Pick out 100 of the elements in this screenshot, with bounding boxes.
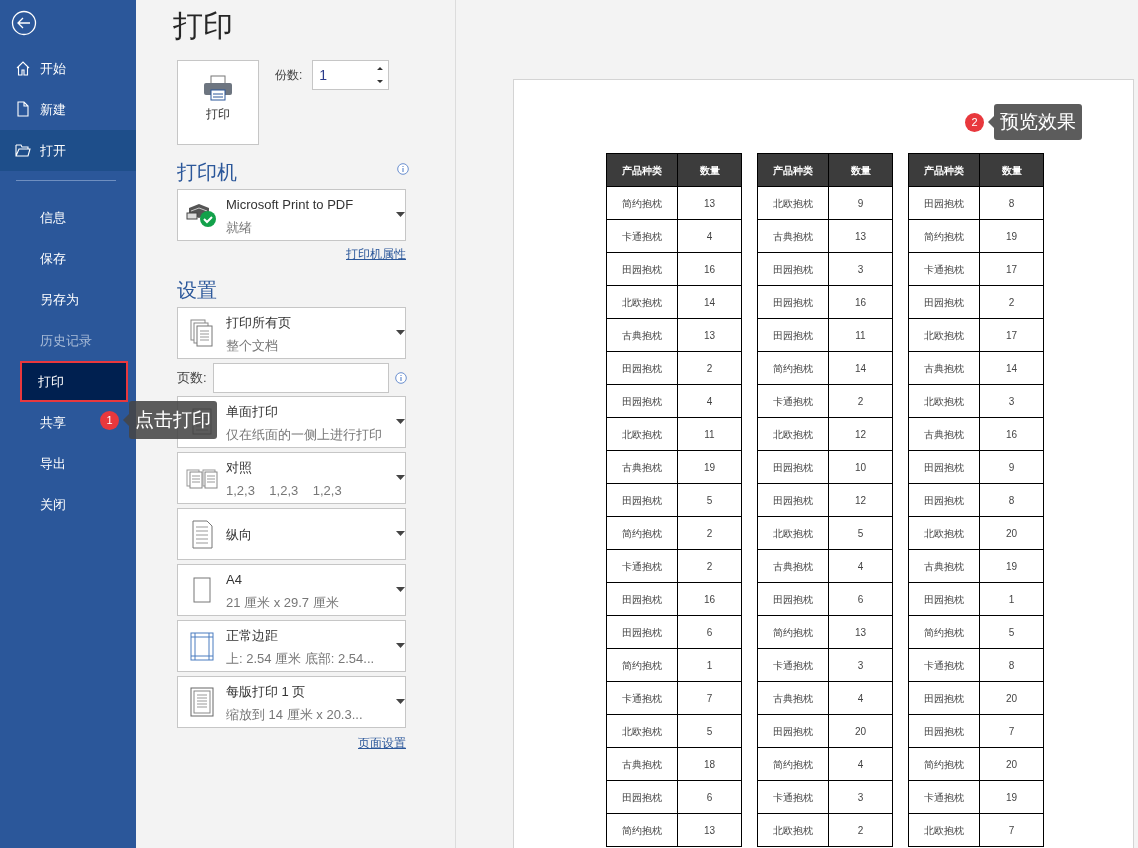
table-cell: 6: [677, 615, 742, 649]
table-cell: 2: [677, 516, 742, 550]
table-cell: 1: [677, 648, 742, 682]
table-cell: 田园抱枕: [908, 714, 980, 748]
table-cell: 14: [828, 351, 893, 385]
column-header: 产品种类: [757, 153, 829, 187]
option-title: A4: [226, 570, 243, 589]
table-cell: 北欧抱枕: [908, 318, 980, 352]
table-cell: 田园抱枕: [757, 450, 829, 484]
table-cell: 北欧抱枕: [757, 516, 829, 550]
table-cell: 古典抱枕: [757, 549, 829, 583]
table-cell: 卡通抱枕: [757, 780, 829, 814]
table-cell: 4: [828, 681, 893, 715]
table-cell: 北欧抱枕: [908, 384, 980, 418]
copies-label: 份数:: [275, 67, 303, 84]
table-cell: 5: [677, 483, 742, 517]
option-title: 打印所有页: [226, 313, 292, 332]
table-cell: 北欧抱枕: [757, 813, 829, 847]
table-cell: 5: [677, 714, 742, 748]
table-cell: 5: [828, 516, 893, 550]
table-cell: 田园抱枕: [908, 450, 980, 484]
table-cell: 19: [979, 549, 1044, 583]
table-cell: 古典抱枕: [606, 450, 678, 484]
table-cell: 17: [979, 318, 1044, 352]
table-cell: 田园抱枕: [757, 252, 829, 286]
table-cell: 8: [979, 483, 1044, 517]
table-cell: 10: [828, 450, 893, 484]
table-cell: 16: [677, 252, 742, 286]
table-cell: 8: [979, 648, 1044, 682]
table-cell: 北欧抱枕: [757, 186, 829, 220]
table-cell: 简约抱枕: [606, 516, 678, 550]
table-cell: 卡通抱枕: [908, 648, 980, 682]
table-cell: 13: [828, 219, 893, 253]
table-cell: 18: [677, 747, 742, 781]
table-cell: 2: [979, 285, 1044, 319]
table-cell: 简约抱枕: [606, 186, 678, 220]
table-cell: 3: [828, 252, 893, 286]
table-cell: 1: [979, 582, 1044, 616]
table-cell: 6: [677, 780, 742, 814]
table-cell: 古典抱枕: [908, 417, 980, 451]
option-description: 21 厘米 x 29.7 厘米: [226, 593, 340, 612]
table-cell: 田园抱枕: [908, 582, 980, 616]
table-cell: 12: [828, 417, 893, 451]
printer-name: Microsoft Print to PDF: [226, 195, 355, 214]
table-cell: 卡通抱枕: [757, 384, 829, 418]
table-cell: 14: [979, 351, 1044, 385]
table-cell: 9: [979, 450, 1044, 484]
table-cell: 简约抱枕: [606, 648, 678, 682]
table-cell: 3: [828, 648, 893, 682]
table-cell: 卡通抱枕: [908, 780, 980, 814]
table-cell: 简约抱枕: [757, 747, 829, 781]
table-cell: 20: [979, 681, 1044, 715]
table-cell: 简约抱枕: [908, 615, 980, 649]
pages-label: 页数:: [177, 369, 207, 388]
column-header: 产品种类: [606, 153, 678, 187]
option-title: 纵向: [226, 526, 253, 544]
table-cell: 北欧抱枕: [757, 417, 829, 451]
option-title: 单面打印: [226, 402, 279, 421]
table-cell: 7: [979, 813, 1044, 847]
table-cell: 11: [677, 417, 742, 451]
table-cell: 田园抱枕: [757, 285, 829, 319]
table-cell: 北欧抱枕: [908, 813, 980, 847]
callout-tooltip: 点击打印: [129, 401, 217, 439]
table-cell: 古典抱枕: [908, 351, 980, 385]
table-cell: 田园抱枕: [757, 318, 829, 352]
table-cell: 16: [677, 582, 742, 616]
table-cell: 13: [677, 186, 742, 220]
table-cell: 20: [828, 714, 893, 748]
callout-tooltip: 预览效果: [994, 104, 1082, 140]
section-heading: 打印机: [177, 160, 237, 185]
section-heading: 设置: [177, 278, 218, 303]
table-cell: 简约抱枕: [908, 219, 980, 253]
table-cell: 北欧抱枕: [606, 285, 678, 319]
table-cell: 古典抱枕: [757, 219, 829, 253]
column-header: 数量: [828, 153, 893, 187]
table-cell: 卡通抱枕: [606, 681, 678, 715]
table-cell: 19: [677, 450, 742, 484]
table-cell: 19: [979, 780, 1044, 814]
table-cell: 3: [828, 780, 893, 814]
table-cell: 11: [828, 318, 893, 352]
table-cell: 2: [828, 384, 893, 418]
table-cell: 4: [677, 384, 742, 418]
option-description: 仅在纸面的一侧上进行打印: [226, 425, 383, 444]
table-cell: 2: [677, 549, 742, 583]
option-description: 整个文档: [226, 336, 279, 355]
table-cell: 8: [979, 186, 1044, 220]
table-cell: 3: [979, 384, 1044, 418]
option-description: 1,2,3 1,2,3 1,2,3: [226, 481, 343, 500]
table-cell: 13: [677, 813, 742, 847]
table-cell: 田园抱枕: [606, 780, 678, 814]
table-cell: 田园抱枕: [908, 186, 980, 220]
table-cell: 14: [677, 285, 742, 319]
table-cell: 田园抱枕: [606, 384, 678, 418]
page-title: 打印: [173, 8, 234, 44]
table-cell: 田园抱枕: [757, 582, 829, 616]
table-cell: 16: [979, 417, 1044, 451]
table-cell: 16: [828, 285, 893, 319]
table-cell: 田园抱枕: [606, 615, 678, 649]
option-description: 缩放到 14 厘米 x 20.3...: [226, 705, 364, 724]
table-cell: 北欧抱枕: [908, 516, 980, 550]
